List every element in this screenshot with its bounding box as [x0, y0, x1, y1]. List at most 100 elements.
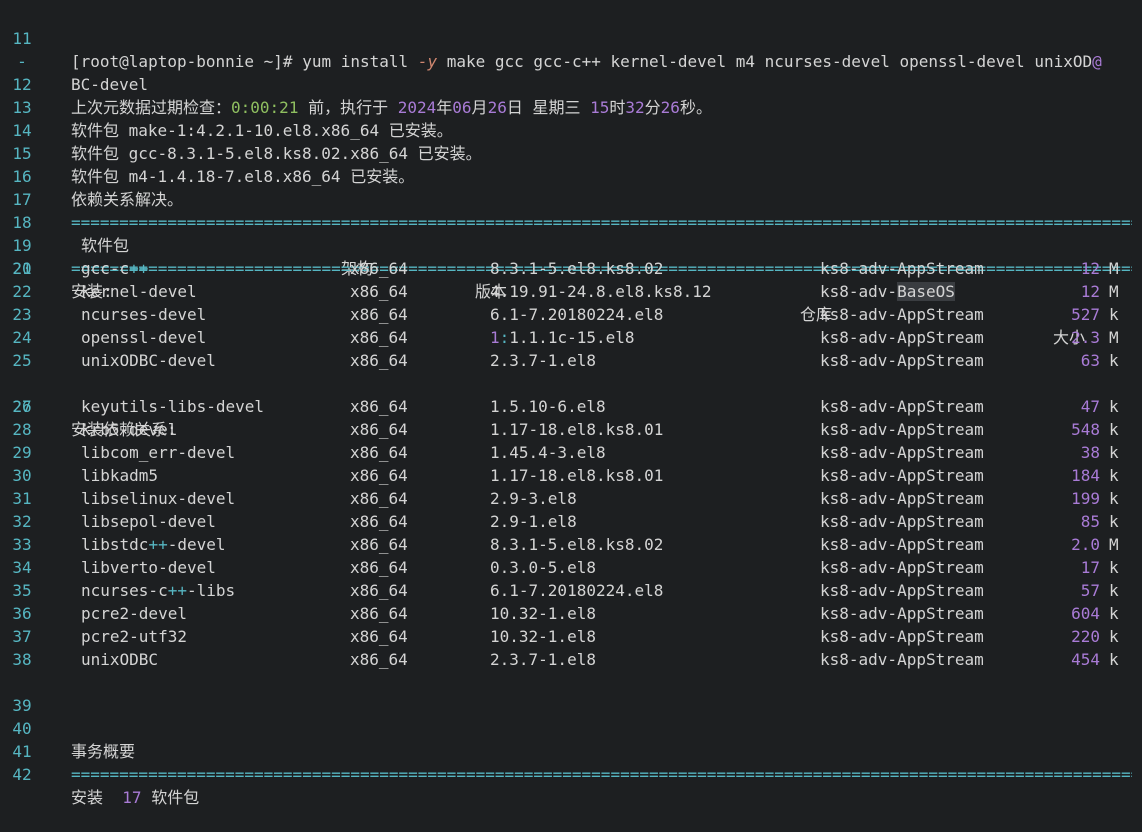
package-name: openssl-devel [81, 328, 207, 347]
table-row: 35 ncurses-c++-libs x86_64 6.1-7.20180224.e… [0, 579, 1142, 602]
line-number: 38 [12, 650, 32, 669]
package-size: 12 [1080, 259, 1100, 278]
table-row: 37 pcre2-utf32 x86_64 10.32-1.el8 ks8-adv-Ap… [0, 625, 1142, 648]
package-arch: x86_64 [350, 535, 408, 554]
table-row: 22 kernel-devel x86_64 4.19.91-24.8.el8.ks8… [0, 280, 1142, 303]
size-unit: k [1109, 305, 1119, 324]
package-name: kernel-devel [81, 282, 197, 301]
package-arch: x86_64 [350, 558, 408, 577]
package-arch: x86_64 [350, 466, 408, 485]
size-unit: k [1109, 604, 1119, 623]
line-number: 25 [12, 351, 32, 370]
package-repo: ks8-adv-AppStream [820, 305, 984, 324]
package-size: 527 [1071, 305, 1100, 324]
package-version: 0.3.0-5.el8 [490, 558, 596, 577]
package-version: 2.9-1.el8 [490, 512, 577, 531]
package-name: keyutils-libs-devel [81, 397, 265, 416]
table-row: 31 libselinux-devel x86_64 2.9-3.el8 ks8-adv… [0, 487, 1142, 510]
package-name: libsepol-devel [81, 512, 216, 531]
package-size: 12 [1080, 282, 1100, 301]
package-repo: ks8-adv-AppStream [820, 604, 984, 623]
line-number: 30 [12, 466, 32, 485]
package-arch: x86_64 [350, 397, 408, 416]
line-number: 32 [12, 512, 32, 531]
size-unit: k [1109, 650, 1119, 669]
size-unit: k [1109, 512, 1119, 531]
line-number: 21 [12, 259, 32, 278]
size-unit: k [1109, 397, 1119, 416]
package-version: 2.9-3.el8 [490, 489, 577, 508]
package-repo: ks8-adv-BaseOS [820, 282, 955, 301]
package-version: 8.3.1-5.el8.ks8.02 [490, 535, 664, 554]
size-unit: k [1109, 489, 1119, 508]
package-arch: x86_64 [350, 512, 408, 531]
package-name: pcre2-utf32 [81, 627, 187, 646]
package-size: 57 [1080, 581, 1100, 600]
package-version: 1.45.4-3.el8 [490, 443, 606, 462]
package-size: 63 [1080, 351, 1100, 370]
line-number: 33 [12, 535, 32, 554]
package-name: pcre2-devel [81, 604, 187, 623]
package-arch: x86_64 [350, 259, 408, 278]
table-row: 25 unixODBC-devel x86_64 2.3.7-1.el8 ks8-adv… [0, 349, 1142, 372]
package-name: libverto-devel [81, 558, 216, 577]
package-arch: x86_64 [350, 305, 408, 324]
package-repo: ks8-adv-AppStream [820, 627, 984, 646]
package-version: 8.3.1-5.el8.ks8.02 [490, 259, 664, 278]
package-size: 199 [1071, 489, 1100, 508]
command-line-wrap: - BC-devel [0, 27, 1142, 94]
package-version: 6.1-7.20180224.el8 [490, 305, 664, 324]
terminal-window[interactable]: 11 [root@laptop-bonnie ~]# yum install -… [0, 0, 1142, 807]
package-arch: x86_64 [350, 581, 408, 600]
install-summary: 42 安装 17 软件包 [0, 740, 1142, 807]
package-repo: ks8-adv-AppStream [820, 397, 984, 416]
package-repo: ks8-adv-AppStream [820, 466, 984, 485]
size-unit: k [1109, 558, 1119, 577]
package-name: libstdc++-devel [81, 535, 226, 554]
section-heading-install: 20 安装: [0, 234, 1142, 301]
package-size: 548 [1071, 420, 1100, 439]
package-name: libselinux-devel [81, 489, 236, 508]
package-arch: x86_64 [350, 604, 408, 623]
line-number: 34 [12, 558, 32, 577]
size-unit: k [1109, 420, 1119, 439]
package-size: 604 [1071, 604, 1100, 623]
size-unit: k [1109, 443, 1119, 462]
installed-message: 14 软件包 gcc-8.3.1-5.el8.ks8.02.x86_64 已安装… [0, 96, 1142, 163]
package-size: 220 [1071, 627, 1100, 646]
size-unit: M [1109, 259, 1119, 278]
transaction-summary-heading: 40 事务概要 [0, 694, 1142, 761]
blank-line: 39 [0, 671, 1142, 715]
package-repo: ks8-adv-AppStream [820, 558, 984, 577]
table-row: 24 openssl-devel x86_64 1:1.1.1c-15.el8 ks8-… [0, 326, 1142, 349]
package-repo: ks8-adv-AppStream [820, 328, 984, 347]
line-number: 23 [12, 305, 32, 324]
package-name: ncurses-devel [81, 305, 207, 324]
summary-suffix: 软件包 [151, 788, 200, 807]
summary-count: 17 [122, 788, 142, 807]
line-number: 27 [12, 397, 32, 416]
package-repo: ks8-adv-AppStream [820, 351, 984, 370]
table-row: 34 libverto-devel x86_64 0.3.0-5.el8 ks8-adv… [0, 556, 1142, 579]
section-heading-dependencies: 26 安装依赖关系: [0, 372, 1142, 439]
separator: ========================================… [71, 765, 1132, 784]
table-row: 23 ncurses-devel x86_64 6.1-7.20180224.el8 k… [0, 303, 1142, 326]
size-unit: M [1109, 328, 1119, 347]
size-unit: k [1109, 581, 1119, 600]
size-unit: k [1109, 627, 1119, 646]
package-name: gcc-c++ [81, 259, 149, 278]
package-name: unixODBC [81, 650, 159, 669]
table-row: 30 libkadm5 x86_64 1.17-18.el8.ks8.01 ks8-ad… [0, 464, 1142, 487]
size-unit: M [1109, 535, 1119, 554]
package-repo: ks8-adv-AppStream [820, 535, 984, 554]
package-version: 10.32-1.el8 [490, 627, 596, 646]
package-arch: x86_64 [350, 443, 408, 462]
package-arch: x86_64 [350, 282, 408, 301]
package-repo: ks8-adv-AppStream [820, 420, 984, 439]
package-size: 38 [1080, 443, 1100, 462]
package-repo: ks8-adv-AppStream [820, 443, 984, 462]
package-name: libkadm5 [81, 466, 159, 485]
line-number: 31 [12, 489, 32, 508]
separator-line: 19 =====================================… [0, 211, 1142, 278]
dependency-resolved-message: 16 依赖关系解决。 [0, 142, 1142, 209]
